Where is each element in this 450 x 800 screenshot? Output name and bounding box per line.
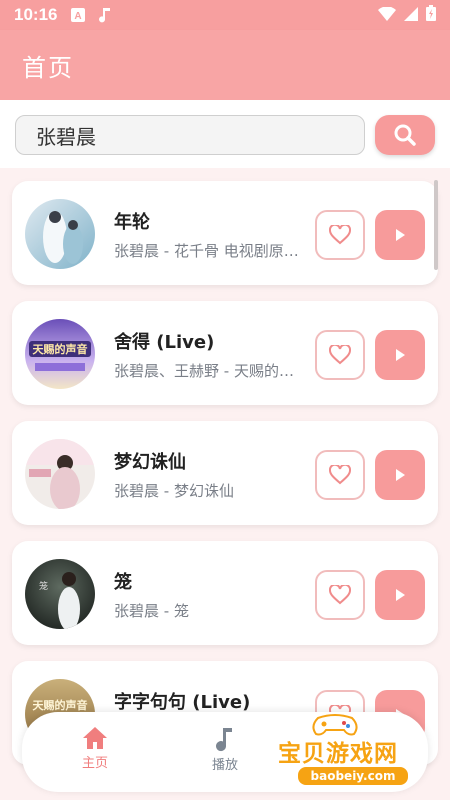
nav-item-home[interactable]: 主页 [60, 726, 130, 771]
heart-icon [329, 345, 351, 365]
watermark-logo: 宝贝游戏网 baobeiy.com [270, 712, 445, 798]
song-subtitle: 张碧晨、王赫野 - 天赐的声音 第五季 [114, 362, 306, 380]
svg-text:天赐的声音: 天赐的声音 [33, 698, 88, 712]
nav-item-play[interactable]: 播放 [190, 726, 260, 773]
play-button[interactable] [375, 450, 425, 500]
heart-icon [329, 225, 351, 245]
status-bar: 10:16 A [0, 0, 450, 30]
favorite-button[interactable] [315, 330, 365, 380]
scrollbar[interactable] [434, 180, 438, 270]
play-icon [396, 349, 405, 361]
svg-text:笼: 笼 [39, 580, 48, 592]
play-icon [396, 229, 405, 241]
list-item[interactable]: 梦幻诛仙 张碧晨 - 梦幻诛仙 [12, 421, 438, 525]
watermark-text: 宝贝游戏网 [278, 741, 398, 767]
song-subtitle: 张碧晨 - 笼 [114, 602, 189, 620]
heart-icon [329, 465, 351, 485]
list-item[interactable]: 年轮 张碧晨 - 花千骨 电视剧原声带 [12, 181, 438, 285]
search-input[interactable] [15, 115, 365, 155]
home-icon [83, 727, 107, 749]
song-title: 梦幻诛仙 [114, 452, 186, 473]
watermark-url: baobeiy.com [298, 767, 408, 785]
search-icon [394, 124, 416, 146]
battery-icon [426, 5, 436, 25]
svg-text:天赐的声音: 天赐的声音 [33, 342, 88, 356]
favorite-button[interactable] [315, 210, 365, 260]
nav-label-home: 主页 [81, 756, 108, 771]
a-icon: A [71, 8, 86, 22]
song-title: 年轮 [114, 212, 150, 233]
favorite-button[interactable] [315, 570, 365, 620]
status-time: 10:16 [14, 5, 58, 24]
list-item[interactable]: 笼 笼 张碧晨 - 笼 [12, 541, 438, 645]
play-button[interactable] [375, 210, 425, 260]
app-bar: 首页 [0, 30, 450, 100]
play-icon [396, 469, 405, 481]
album-cover [25, 439, 95, 509]
song-subtitle: 张碧晨 - 梦幻诛仙 [114, 482, 234, 500]
signal-icon [404, 6, 418, 25]
wifi-icon [378, 5, 396, 25]
search-button[interactable] [375, 115, 435, 155]
page-title: 首页 [22, 53, 74, 82]
music-note-icon [216, 728, 232, 752]
song-title: 笼 [114, 572, 132, 593]
song-title: 舍得 (Live) [114, 332, 215, 353]
song-list[interactable]: 年轮 张碧晨 - 花千骨 电视剧原声带 天赐的声音 舍得 (Live) 张碧晨、… [0, 168, 450, 800]
album-cover: 笼 [25, 559, 95, 629]
heart-icon [329, 585, 351, 605]
song-subtitle: 张碧晨 - 花千骨 电视剧原声带 [114, 242, 306, 260]
list-item[interactable]: 天赐的声音 舍得 (Live) 张碧晨、王赫野 - 天赐的声音 第五季 [12, 301, 438, 405]
song-title: 字字句句 (Live) [114, 692, 251, 713]
play-icon [396, 589, 405, 601]
album-cover [25, 199, 95, 269]
play-button[interactable] [375, 330, 425, 380]
album-cover: 天赐的声音 [25, 319, 95, 389]
svg-text:A: A [75, 11, 82, 22]
nav-label-play: 播放 [211, 758, 238, 773]
play-button[interactable] [375, 570, 425, 620]
music-note-icon [99, 7, 111, 23]
favorite-button[interactable] [315, 450, 365, 500]
